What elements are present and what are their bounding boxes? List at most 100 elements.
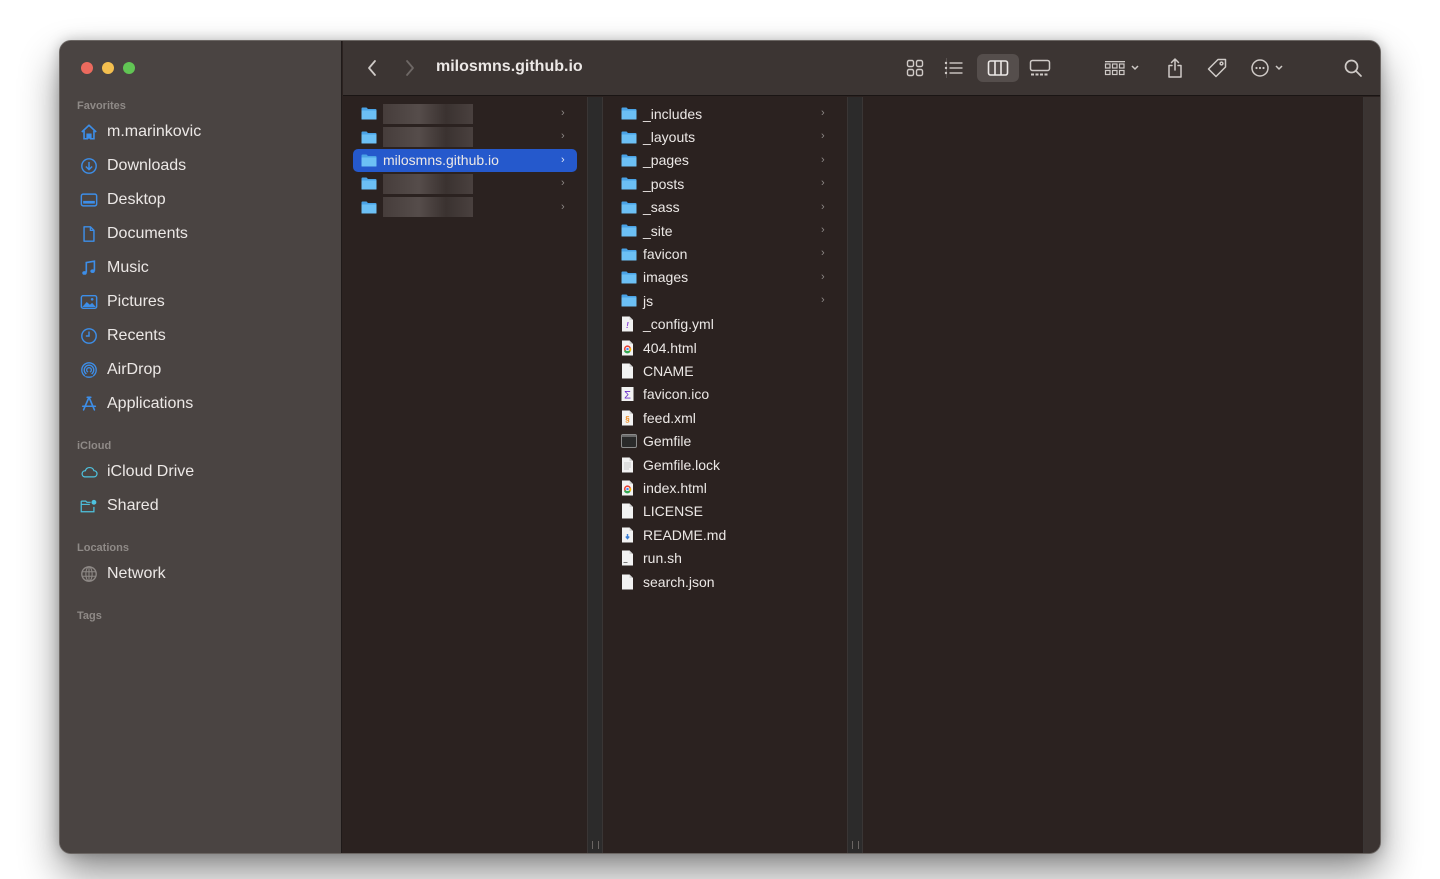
item-name: _site: [643, 222, 673, 239]
sidebar-item-label: Applications: [107, 395, 194, 412]
file-row[interactable]: Σfavicon.ico: [613, 383, 837, 406]
file-row[interactable]: § feed.xml: [613, 406, 837, 429]
column-view-button[interactable]: [977, 54, 1019, 82]
file-row[interactable]: Gemfile: [613, 429, 837, 452]
item-name: favicon: [643, 246, 688, 263]
file-row[interactable]: search.json: [613, 570, 837, 593]
sidebar-item-label: Recents: [107, 327, 166, 344]
chevron-right-icon: ›: [561, 130, 565, 143]
desktop-icon: [79, 190, 99, 210]
list-icon: [944, 61, 963, 75]
sidebar-item-network[interactable]: Network: [60, 557, 341, 591]
forward-icon: [406, 60, 414, 76]
folder-row[interactable]: favicon ›: [613, 242, 837, 265]
folder-row[interactable]: ›: [353, 102, 577, 125]
folder-row[interactable]: _posts ›: [613, 172, 837, 195]
folder-row[interactable]: _site ›: [613, 219, 837, 242]
sidebar-item-shared[interactable]: Shared: [60, 489, 341, 523]
more-icon: [1251, 59, 1283, 77]
group-button[interactable]: [1101, 54, 1145, 82]
sidebar-item-label: Downloads: [107, 157, 187, 174]
sidebar-item-home[interactable]: m.marinkovic: [60, 115, 341, 149]
section-heading: Locations: [77, 542, 129, 554]
file-row[interactable]: ! _config.yml: [613, 313, 837, 336]
tags-button[interactable]: [1203, 54, 1231, 82]
chevron-right-icon: ›: [821, 294, 825, 307]
sidebar-item-recents[interactable]: Recents: [60, 319, 341, 353]
minimize-button[interactable]: [102, 62, 114, 74]
item-name: run.sh: [643, 550, 682, 567]
sidebar-item-documents[interactable]: Documents: [60, 217, 341, 251]
folder-icon: [621, 224, 637, 238]
html-file-icon: [621, 340, 637, 356]
sidebar-item-music[interactable]: Music: [60, 251, 341, 285]
column-contents: _includes › _layouts › _pages › _posts › _sass › _…: [603, 97, 847, 853]
folder-row[interactable]: js ›: [613, 289, 837, 312]
folder-row[interactable]: _sass ›: [613, 196, 837, 219]
share-button[interactable]: [1161, 54, 1189, 82]
sidebar-item-applications[interactable]: Applications: [60, 387, 341, 421]
folder-icon: [621, 200, 637, 214]
item-name: _includes: [643, 105, 703, 122]
close-button[interactable]: [81, 62, 93, 74]
chevron-right-icon: ›: [821, 107, 825, 119]
plain-file-icon: [621, 363, 637, 379]
forward-button[interactable]: [399, 54, 421, 82]
file-row[interactable]: LICENSE: [613, 500, 837, 523]
folder-row[interactable]: images ›: [613, 266, 837, 289]
redacted-name: [383, 197, 473, 218]
icon-view-button[interactable]: [901, 54, 929, 82]
folder-row[interactable]: ›: [353, 172, 577, 195]
resize-grip-icon: [852, 841, 859, 849]
folder-icon: [361, 153, 377, 167]
plain-file-icon: [621, 574, 637, 589]
folder-icon: [361, 200, 377, 214]
vertical-scrollbar[interactable]: [1363, 97, 1380, 853]
shared-folder-icon: [79, 496, 99, 516]
pictures-icon: [79, 292, 99, 312]
group-icon: [1104, 61, 1139, 76]
item-name: _config.yml: [643, 316, 714, 333]
file-row[interactable]: Gemfile.lock: [613, 453, 837, 476]
sidebar-section-favorites: Favorites m.marinkovic Downloads Desktop: [60, 97, 341, 421]
item-name: 404.html: [643, 339, 697, 356]
sidebar-item-desktop[interactable]: Desktop: [60, 183, 341, 217]
chevron-right-icon: ›: [821, 270, 825, 283]
column-resize-handle[interactable]: [847, 97, 863, 853]
list-view-button[interactable]: [939, 54, 969, 82]
back-icon: [368, 60, 376, 76]
folder-row[interactable]: milosmns.github.io ›: [353, 148, 577, 173]
sidebar-item-downloads[interactable]: Downloads: [60, 149, 341, 183]
search-button[interactable]: [1339, 54, 1367, 82]
more-actions-button[interactable]: [1248, 54, 1288, 82]
redacted-name: [383, 173, 473, 194]
folder-row[interactable]: ›: [353, 196, 577, 219]
file-row[interactable]: CNAME: [613, 359, 837, 382]
sidebar-item-airdrop[interactable]: AirDrop: [60, 353, 341, 387]
sidebar-item-label: Music: [107, 259, 149, 276]
folder-row[interactable]: _includes ›: [613, 102, 837, 125]
sidebar-item-icloud-drive[interactable]: iCloud Drive: [60, 455, 341, 489]
folder-row[interactable]: ›: [353, 125, 577, 148]
zoom-button[interactable]: [123, 62, 135, 74]
ico-file-icon: Σ: [621, 387, 637, 402]
redacted-name: [383, 103, 473, 124]
gallery-view-button[interactable]: [1023, 54, 1057, 82]
column-resize-handle[interactable]: [587, 97, 603, 853]
folder-row[interactable]: _layouts ›: [613, 125, 837, 148]
file-row[interactable]: README.md: [613, 523, 837, 546]
grid-icon: [906, 59, 924, 77]
plain-file-icon: [621, 503, 637, 519]
sidebar-item-pictures[interactable]: Pictures: [60, 285, 341, 319]
file-row[interactable]: run.sh: [613, 546, 837, 569]
item-name: CNAME: [643, 362, 694, 379]
sidebar-item-label: AirDrop: [107, 361, 162, 378]
back-button[interactable]: [361, 54, 383, 82]
gallery-icon: [1029, 59, 1051, 76]
folder-row[interactable]: _pages ›: [613, 149, 837, 172]
chevron-right-icon: ›: [561, 200, 565, 213]
file-row[interactable]: index.html: [613, 476, 837, 499]
file-row[interactable]: 404.html: [613, 336, 837, 359]
folder-icon: [621, 153, 637, 167]
column-contents-list: _includes › _layouts › _pages › _posts › _sass › _…: [613, 102, 837, 593]
